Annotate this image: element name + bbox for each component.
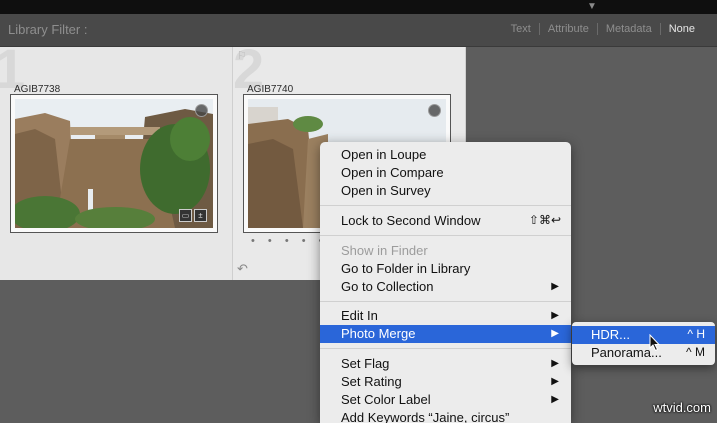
menu-item-shortcut: ⇧⌘↩	[528, 213, 561, 227]
menu-item-label: Set Flag	[341, 356, 390, 371]
menu-separator	[320, 301, 571, 302]
context-menu: Open in Loupe Open in Compare Open in Su…	[320, 142, 571, 423]
menu-item-label: Open in Compare	[341, 165, 444, 180]
menu-item-set-rating[interactable]: Set Rating ▶	[320, 373, 571, 391]
rotate-left-icon[interactable]: ↶	[237, 261, 248, 277]
quick-collection-icon[interactable]	[195, 104, 208, 117]
menu-item-label: Photo Merge	[341, 326, 416, 341]
filter-option-metadata[interactable]: Metadata	[598, 23, 660, 35]
rating-dots[interactable]: • • • • •	[251, 235, 327, 247]
menu-item-open-in-survey[interactable]: Open in Survey	[320, 182, 571, 200]
grid-cell[interactable]: 1 AGIB7738 ▭ ±	[0, 47, 233, 280]
menu-item-open-in-compare[interactable]: Open in Compare	[320, 164, 571, 182]
photo-thumbnail[interactable]: ▭ ±	[10, 94, 218, 233]
submenu-arrow-icon: ▶	[551, 358, 559, 369]
thumbnail-badges: ▭ ±	[179, 209, 207, 222]
submenu-item-label: HDR...	[591, 327, 630, 342]
develop-adjustment-badge-icon[interactable]: ±	[194, 209, 207, 222]
menu-item-go-to-folder-in-library[interactable]: Go to Folder in Library	[320, 260, 571, 278]
menu-item-label: Add Keywords “Jaine, circus”	[341, 410, 510, 423]
menu-item-label: Set Rating	[341, 374, 402, 389]
filter-option-none[interactable]: None	[661, 23, 703, 35]
watermark: wtvid.com	[653, 400, 711, 415]
menu-item-lock-to-second-window[interactable]: Lock to Second Window ⇧⌘↩	[320, 212, 571, 230]
menu-separator	[320, 205, 571, 206]
submenu-item-hdr[interactable]: HDR... ^ H	[572, 326, 715, 344]
menu-item-set-flag[interactable]: Set Flag ▶	[320, 355, 571, 373]
menu-item-label: Show in Finder	[341, 243, 428, 258]
photo-merge-submenu: HDR... ^ H Panorama... ^ M	[572, 322, 715, 365]
menu-item-add-keywords[interactable]: Add Keywords “Jaine, circus”	[320, 409, 571, 423]
submenu-arrow-icon: ▶	[551, 376, 559, 387]
menu-item-photo-merge[interactable]: Photo Merge ▶	[320, 325, 571, 343]
menu-item-label: Lock to Second Window	[341, 213, 481, 228]
menu-item-label: Edit In	[341, 308, 378, 323]
menu-item-open-in-loupe[interactable]: Open in Loupe	[320, 146, 571, 164]
filter-options: Text Attribute Metadata None	[503, 23, 703, 35]
flag-icon[interactable]: ⚐	[237, 49, 247, 62]
library-filter-label: Library Filter :	[8, 22, 88, 37]
submenu-arrow-icon: ▶	[551, 328, 559, 339]
menu-item-label: Open in Survey	[341, 183, 431, 198]
collapse-panel-icon[interactable]: ▼	[587, 1, 597, 13]
menu-item-set-color-label[interactable]: Set Color Label ▶	[320, 391, 571, 409]
bridge-photo: ▭ ±	[15, 99, 213, 228]
menu-item-show-in-finder: Show in Finder	[320, 242, 571, 260]
menu-item-label: Set Color Label	[341, 392, 431, 407]
submenu-arrow-icon: ▶	[551, 310, 559, 321]
filter-option-attribute[interactable]: Attribute	[540, 23, 597, 35]
menu-separator	[320, 235, 571, 236]
quick-collection-icon[interactable]	[428, 104, 441, 117]
top-window-bar: ▼	[0, 0, 717, 14]
collection-badge-icon[interactable]: ▭	[179, 209, 192, 222]
menu-item-go-to-collection[interactable]: Go to Collection ▶	[320, 278, 571, 296]
filter-option-text[interactable]: Text	[503, 23, 539, 35]
mouse-cursor-icon	[649, 334, 661, 352]
menu-item-edit-in[interactable]: Edit In ▶	[320, 307, 571, 325]
submenu-arrow-icon: ▶	[551, 394, 559, 405]
submenu-arrow-icon: ▶	[551, 281, 559, 292]
menu-separator	[320, 348, 571, 349]
menu-item-label: Open in Loupe	[341, 147, 427, 162]
menu-item-label: Go to Collection	[341, 279, 434, 294]
menu-item-label: Go to Folder in Library	[341, 261, 471, 276]
submenu-item-shortcut: ^ H	[687, 327, 705, 341]
library-filter-bar: Library Filter : Text Attribute Metadata…	[0, 14, 717, 47]
submenu-item-panorama[interactable]: Panorama... ^ M	[572, 344, 715, 362]
submenu-item-shortcut: ^ M	[686, 345, 705, 359]
